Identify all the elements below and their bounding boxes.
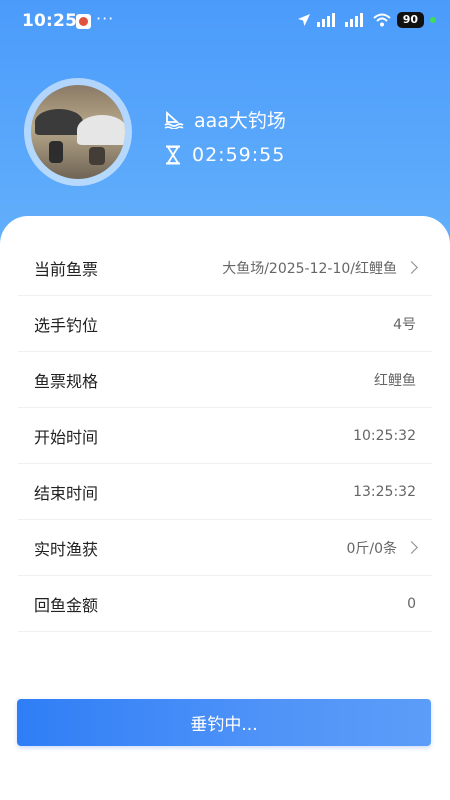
row-value: 大鱼场/2025-12-10/红鲤鱼 bbox=[222, 260, 397, 277]
row-value: 0斤/0条 bbox=[346, 540, 397, 557]
chevron-right-icon bbox=[405, 541, 418, 554]
row-label: 回鱼金额 bbox=[34, 595, 99, 615]
wifi-icon bbox=[373, 13, 391, 27]
row-label: 当前鱼票 bbox=[34, 259, 99, 279]
row-ticket-spec: 鱼票规格 红鲤鱼 bbox=[18, 352, 432, 408]
status-time: 10:25 bbox=[22, 11, 78, 31]
status-bar: 10:25 ··· 90 bbox=[0, 0, 450, 44]
row-value: 10:25:32 bbox=[353, 427, 416, 444]
cellular-signal-2-icon bbox=[344, 13, 363, 27]
row-label: 选手钓位 bbox=[34, 315, 99, 335]
fishing-status-button[interactable]: 垂钓中... bbox=[17, 699, 431, 746]
hourglass-icon bbox=[166, 145, 180, 165]
row-value: 红鲤鱼 bbox=[374, 372, 416, 389]
row-value: 13:25:32 bbox=[353, 483, 416, 500]
row-label: 实时渔获 bbox=[34, 539, 99, 559]
cellular-signal-icon bbox=[316, 13, 335, 27]
row-label: 开始时间 bbox=[34, 427, 99, 447]
row-value: 0 bbox=[407, 595, 416, 612]
row-start-time: 开始时间 10:25:32 bbox=[18, 408, 432, 464]
row-label: 鱼票规格 bbox=[34, 371, 99, 391]
chevron-right-icon bbox=[405, 261, 418, 274]
avatar-ring bbox=[24, 78, 132, 186]
status-indicators: 90 bbox=[297, 12, 436, 28]
row-end-time: 结束时间 13:25:32 bbox=[18, 464, 432, 520]
row-realtime-catch[interactable]: 实时渔获 0斤/0条 bbox=[18, 520, 432, 576]
charging-dot-icon bbox=[430, 17, 436, 23]
row-value: 4号 bbox=[393, 316, 416, 333]
timer-row: 02:59:55 bbox=[164, 144, 285, 166]
row-return-amount: 回鱼金额 0 bbox=[18, 576, 432, 632]
row-label: 结束时间 bbox=[34, 483, 99, 503]
row-player-seat: 选手钓位 4号 bbox=[18, 296, 432, 352]
row-current-ticket[interactable]: 当前鱼票 大鱼场/2025-12-10/红鲤鱼 bbox=[18, 240, 432, 296]
location-arrow-icon bbox=[297, 14, 310, 26]
countdown-timer: 02:59:55 bbox=[192, 144, 286, 166]
avatar[interactable] bbox=[31, 85, 125, 179]
details-list: 当前鱼票 大鱼场/2025-12-10/红鲤鱼 选手钓位 4号 鱼票规格 红鲤鱼… bbox=[18, 240, 432, 632]
more-notifications-icon: ··· bbox=[96, 9, 115, 28]
fishing-venue-icon bbox=[164, 110, 184, 129]
venue-row: aaa大钓场 bbox=[164, 106, 286, 133]
app-notification-icon bbox=[76, 14, 91, 29]
venue-name: aaa大钓场 bbox=[194, 110, 286, 132]
battery-indicator: 90 bbox=[396, 12, 424, 28]
